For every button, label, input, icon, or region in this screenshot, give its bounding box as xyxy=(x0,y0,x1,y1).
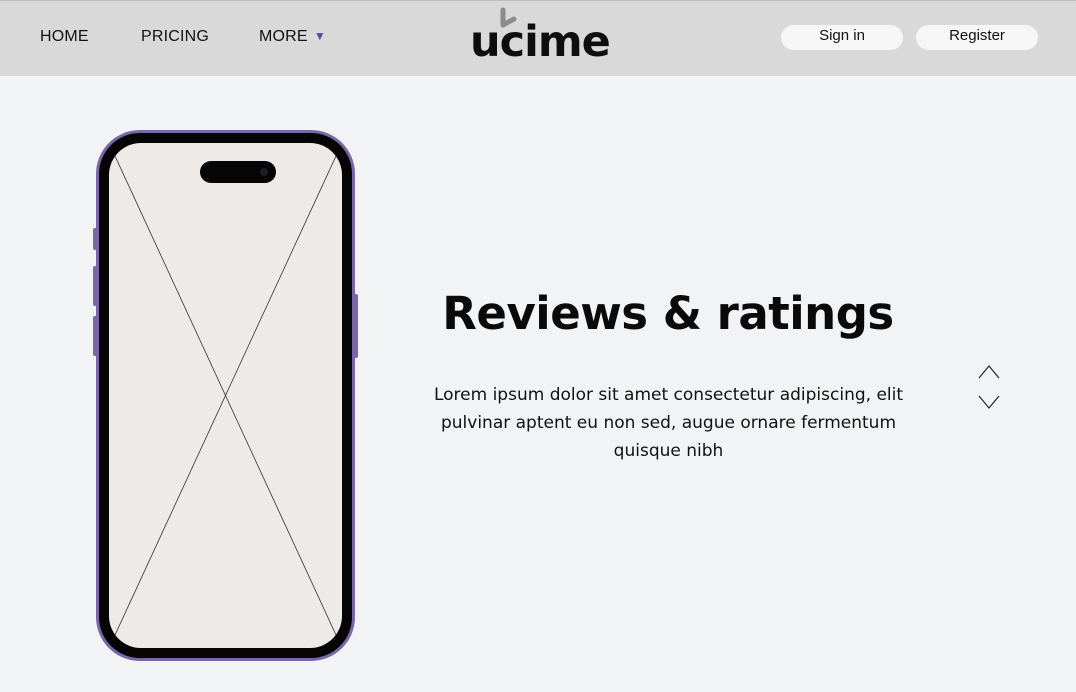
register-button[interactable]: Register xyxy=(916,25,1038,50)
phone-power-button xyxy=(354,294,358,358)
page: HOME PRICING MORE ▼ ucime Sign in Registe… xyxy=(0,0,1076,692)
phone-mockup xyxy=(93,130,358,661)
phone-screen-placeholder xyxy=(109,143,342,648)
phone-volume-down-button xyxy=(93,316,97,356)
logo-text: ucime xyxy=(470,17,611,67)
section-title: Reviews & ratings xyxy=(442,287,894,340)
sign-in-button[interactable]: Sign in xyxy=(781,25,903,50)
phone-action-button xyxy=(93,228,97,250)
nav-more-dropdown[interactable]: MORE ▼ xyxy=(259,28,326,46)
chevron-up-icon[interactable] xyxy=(977,363,1001,381)
phone-volume-up-button xyxy=(93,266,97,306)
image-placeholder-cross-icon xyxy=(109,143,342,648)
camera-lens-icon xyxy=(260,168,268,176)
top-navigation-bar: HOME PRICING MORE ▼ ucime Sign in Registe… xyxy=(0,0,1076,76)
logo[interactable]: ucime xyxy=(470,7,611,67)
chevron-down-icon[interactable] xyxy=(977,393,1001,411)
dynamic-island xyxy=(200,161,276,183)
caret-down-icon: ▼ xyxy=(313,29,326,43)
nav-home-link[interactable]: HOME xyxy=(40,28,89,46)
logo-clock-mark-icon xyxy=(500,7,517,28)
nav-more-label: MORE xyxy=(259,28,308,45)
section-description: Lorem ipsum dolor sit amet consectetur a… xyxy=(433,385,904,461)
nav-pricing-link[interactable]: PRICING xyxy=(141,28,209,46)
